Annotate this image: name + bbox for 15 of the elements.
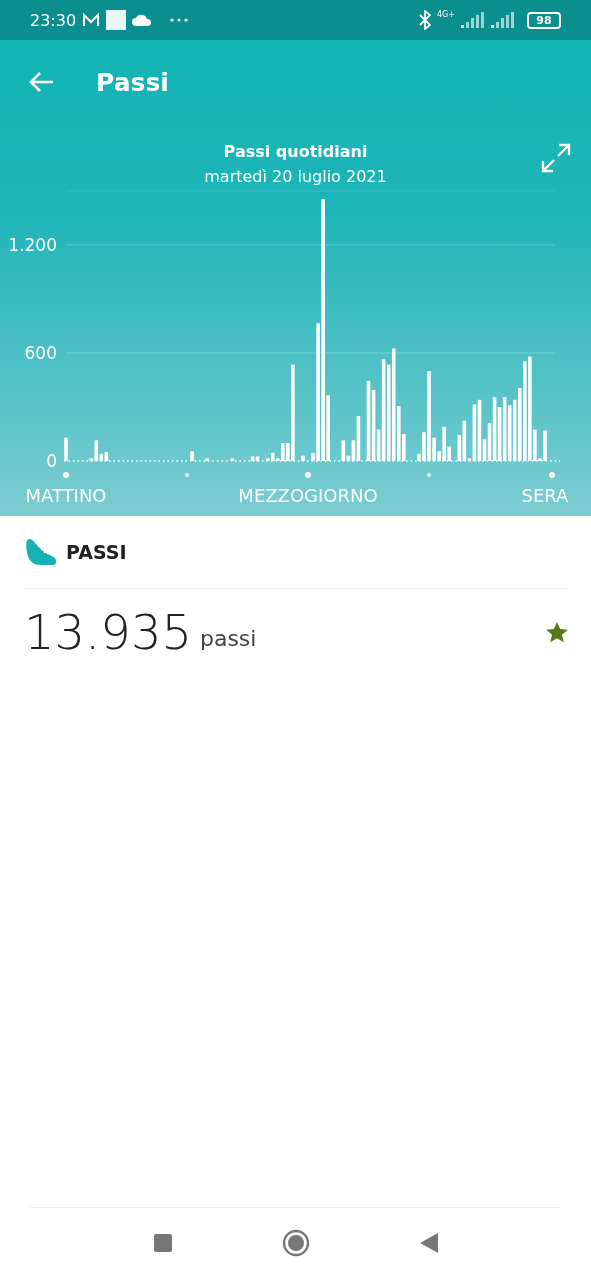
network-label: 4G+ [437,9,455,19]
chart-date: martedì 20 luglio 2021 [204,167,387,186]
axis-label: 0 [46,451,57,471]
section-heading: PASSI [66,541,127,563]
battery-icon: 98 [527,11,561,29]
status-time: 23:30 [30,10,77,30]
axis-label: SERA [521,485,569,506]
step-unit: passi [199,626,257,651]
chart-title: Passi quotidiani [223,142,368,161]
axis-label: MEZZOGIORNO [238,485,378,506]
step-count: 13.935 [24,604,192,660]
axis-label: MATTINO [25,485,107,506]
axis-label: 600 [24,343,57,363]
page-title: Passi [96,67,169,97]
axis-label: 1.200 [8,235,57,255]
